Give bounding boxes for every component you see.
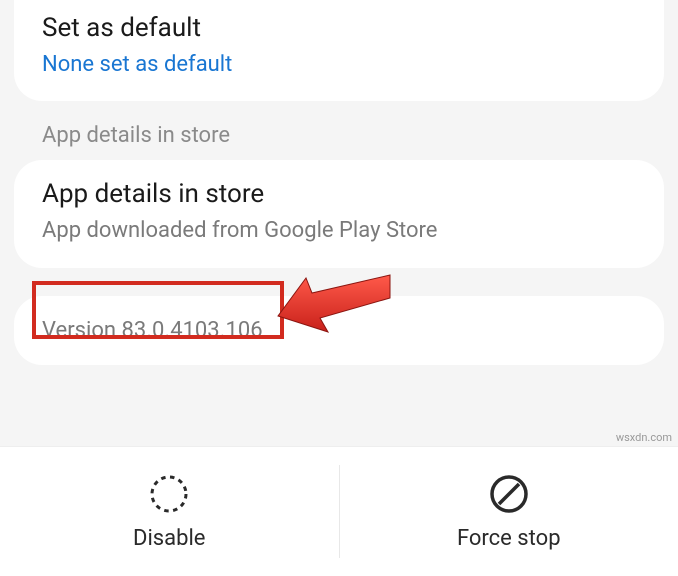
spacer [0, 268, 678, 296]
force-stop-button[interactable]: Force stop [340, 447, 678, 576]
stop-icon [487, 472, 531, 516]
disable-label: Disable [133, 526, 205, 551]
version-text: Version 83.0.4103.106 [42, 318, 636, 343]
app-details-subtitle: App downloaded from Google Play Store [42, 216, 636, 247]
force-stop-label: Force stop [457, 526, 561, 551]
version-item: Version 83.0.4103.106 [14, 296, 664, 365]
section-header-store: App details in store [0, 101, 678, 160]
app-details-store-item[interactable]: App details in store App downloaded from… [14, 160, 664, 269]
set-default-subtitle: None set as default [42, 48, 636, 81]
bottom-button-row: Disable Force stop [0, 446, 678, 576]
app-details-title: App details in store [42, 178, 636, 212]
disable-icon [147, 472, 191, 516]
app-info-screen: Set as default None set as default App d… [0, 0, 678, 576]
watermark: wsxdn.com [616, 431, 672, 444]
set-default-title: Set as default [42, 12, 636, 46]
disable-button[interactable]: Disable [0, 447, 339, 576]
set-as-default-item[interactable]: Set as default None set as default [14, 0, 664, 101]
